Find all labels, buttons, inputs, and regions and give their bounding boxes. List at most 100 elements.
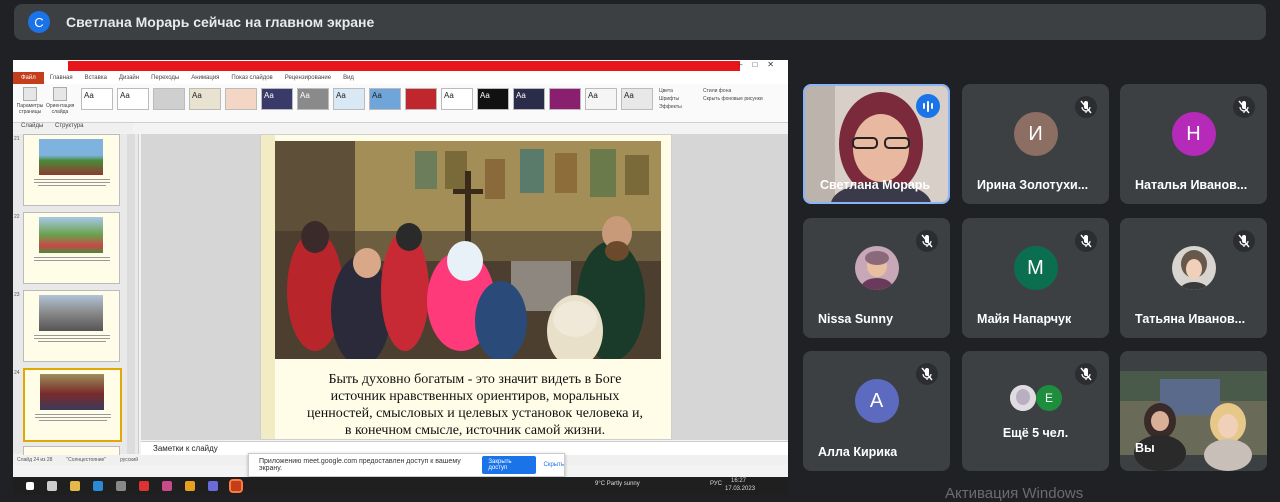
participant-avatar: А [854,379,899,424]
participant-tile[interactable]: И Ирина Золотухи... [962,84,1109,204]
theme-thumb: Аа [297,88,329,110]
church-photo-illustration [275,141,661,359]
theme-name: "Солнцестояние" [66,457,107,463]
tray-time[interactable]: 16:27 [731,478,746,484]
tab-insert: Вставка [84,75,107,81]
slide-photo [275,141,661,359]
mic-off-icon [1075,96,1097,118]
theme-thumb: Аа [441,88,473,110]
participant-tile[interactable]: М Майя Напарчук [962,218,1109,338]
theme-thumb: Аа [621,88,653,110]
theme-thumb: Аа [81,88,113,110]
mic-off-icon [1075,363,1097,385]
slide-editor: Быть духовно богатым - это значит видеть… [141,134,788,440]
task-view-icon[interactable] [47,481,57,491]
tab-slideshow: Показ слайдов [231,75,273,81]
tab-slides: Слайды [21,123,44,129]
hide-notification-link[interactable]: Скрыть [544,462,564,468]
participant-avatar: И [1013,112,1058,157]
slide-counter: Слайд 24 из 28 [17,457,53,463]
thumbnails-scrollbar [127,134,135,454]
tab-review: Рецензирование [284,75,332,81]
participant-avatar: М [1013,246,1058,291]
participant-tile[interactable]: Н Наталья Иванов... [1120,84,1267,204]
tab-transitions: Переходы [151,75,180,81]
participant-tile-presenter[interactable]: Светлана Морарь [803,84,950,204]
participant-name: Nissa Sunny [818,312,894,326]
slide-quote: Быть духовно богатым - это значит видеть… [307,372,643,438]
participant-name: Ирина Золотухи... [977,178,1089,192]
participant-avatar: Е [1036,385,1062,411]
store-icon[interactable] [116,481,126,491]
theme-thumb: Аа [333,88,365,110]
windows-start-icon[interactable] [26,482,34,490]
thumb-number: 22 [14,214,20,220]
slide-thumbnail [23,134,120,206]
participant-tile[interactable]: Татьяна Иванов... [1120,218,1267,338]
self-video [1120,371,1267,471]
slide-stripe [261,135,275,439]
viber-icon[interactable] [208,481,218,491]
window-controls: –□✕ [738,60,784,69]
participant-avatar: Н [1171,112,1216,157]
theme-thumb: Аа [513,88,545,110]
yandex-icon[interactable] [139,481,149,491]
colors-menu: Цвета [659,88,673,94]
windows-taskbar: 9°C Partly sunny РУС 16:27 17.03.2023 [13,477,788,495]
tab-design: Дизайн [118,75,140,81]
participant-name: Светлана Морарь [820,178,931,192]
design-ribbon: Параметры страницы Ориентация слайда Аа … [13,84,788,123]
participant-name: Наталья Иванов... [1135,178,1248,192]
mic-off-icon [916,230,938,252]
background-options: Стили фона Скрыть фоновые рисунки [703,87,763,103]
theme-thumb: Аа [585,88,617,110]
file-explorer-icon[interactable] [70,481,80,491]
weather-widget[interactable]: 9°C Partly sunny [595,481,640,487]
current-slide: Быть духовно богатым - это значит видеть… [260,134,672,440]
more-participants-label: Ещё 5 чел. [1002,426,1069,440]
title-highlight [68,61,740,71]
stop-sharing-button[interactable]: Закрыть доступ [482,456,536,474]
participant-photo-avatar [854,246,899,291]
edge-icon[interactable] [93,481,103,491]
mic-off-icon [1075,230,1097,252]
language-indicator: русский [120,457,139,463]
theme-thumb: Аа [189,88,221,110]
mic-off-icon [916,363,938,385]
theme-thumb [405,88,437,110]
more-participants-tile[interactable]: Е Ещё 5 чел. [962,351,1109,471]
participant-tile[interactable]: А Алла Кирика [803,351,950,471]
theme-thumb: Аа [261,88,293,110]
activate-windows-watermark: Активация Windows [945,485,1084,502]
slide-thumbnails: 21 22 23 24 [13,134,139,456]
slide-thumbnail [23,212,120,284]
ribbon-tabs: Файл Главная Вставка Дизайн Переходы Ани… [13,72,788,84]
presenter-banner-text: Светлана Морарь сейчас на главном экране [66,14,375,30]
background-styles: Стили фона [703,88,732,94]
language-tray[interactable]: РУС [710,481,722,487]
powerpoint-icon[interactable] [229,479,243,493]
slide-orientation-button: Ориентация слайда [46,87,74,115]
theme-thumb: Аа [477,88,509,110]
app-icon[interactable] [162,481,172,491]
tab-view: Вид [343,75,354,81]
theme-thumb [225,88,257,110]
tab-home: Главная [49,75,73,81]
effects-menu: Эффекты [659,104,682,110]
tab-animation: Анимация [191,75,220,81]
thumb-number: 24 [14,370,20,376]
screen-share-notification: Приложению meet.google.com предоставлен … [248,453,565,477]
participant-name: Вы [1135,441,1155,455]
mic-off-icon [1233,230,1255,252]
tab-file: Файл [13,72,44,84]
tab-outline: Структура [55,123,84,129]
participant-tile[interactable]: Nissa Sunny [803,218,950,338]
chrome-icon[interactable] [185,481,195,491]
thumb-number: 21 [14,136,20,142]
thumb-number: 23 [14,292,20,298]
participant-name: Алла Кирика [818,445,898,459]
share-message: Приложению meet.google.com предоставлен … [259,458,461,472]
theme-thumb [153,88,185,110]
self-tile[interactable]: Вы [1120,351,1267,471]
tray-date[interactable]: 17.03.2023 [725,486,755,492]
